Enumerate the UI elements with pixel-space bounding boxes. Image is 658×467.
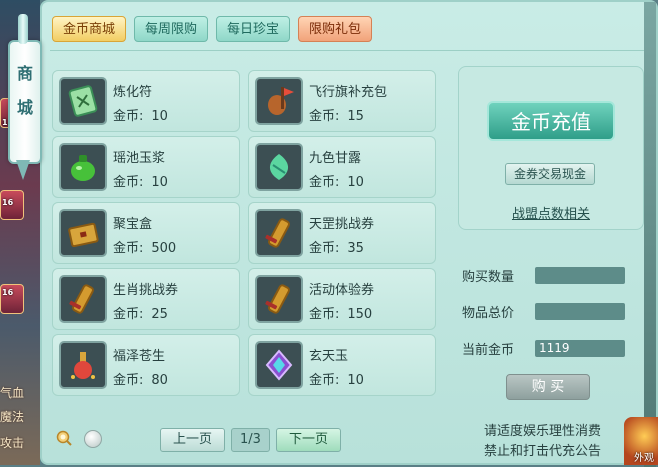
item-price: 金币: 10 [113, 171, 168, 190]
item-name: 活动体验券 [309, 283, 375, 298]
shop-item-card[interactable]: 玄天玉金币: 10 [248, 334, 436, 396]
item-name: 炼化符 [113, 85, 153, 100]
voucher-exchange-button[interactable]: 金券交易现金 [505, 163, 595, 185]
tab-weekly-limited[interactable]: 每周限购 [134, 16, 209, 42]
next-page-button[interactable]: 下一页 [275, 428, 341, 452]
total-price-field [535, 303, 625, 320]
recharge-box: 金币充值 金券交易现金 战盟点数相关 [458, 66, 644, 230]
panel-edge [644, 2, 656, 467]
attack-label: 攻击 [0, 436, 25, 450]
shop-item-card[interactable]: 飞行旗补充包 金币: 15 [248, 70, 436, 132]
appearance-label: 外观 [634, 453, 654, 464]
hp-label: 气血 [0, 386, 25, 400]
item-price: 金币: 150 [309, 303, 372, 322]
item-price: 金币: 10 [309, 369, 364, 388]
flag-bag-icon [255, 77, 303, 125]
price-value: 150 [347, 307, 373, 322]
title-char: 城 [16, 98, 33, 117]
gold-recharge-button[interactable]: 金币充值 [487, 101, 615, 141]
alliance-points-link[interactable]: 战盟点数相关 [459, 203, 643, 222]
current-gold-field: 1119 [535, 340, 625, 357]
item-name: 福泽苍生 [113, 349, 166, 364]
total-price-label: 物品总价 [462, 306, 515, 321]
price-value: 500 [151, 241, 177, 256]
price-value: 10 [151, 175, 168, 190]
quantity-label: 购买数量 [462, 270, 515, 285]
white-orb-icon[interactable] [84, 430, 102, 448]
jade-pot-icon [59, 143, 107, 191]
talisman-icon [59, 77, 107, 125]
scroll-icon [255, 209, 303, 257]
shop-item-card[interactable]: 活动体验券金币: 150 [248, 268, 436, 330]
shop-item-card[interactable]: 九色甘露金币: 10 [248, 136, 436, 198]
moderation-notice: 请适度娱乐理性消费 [484, 424, 602, 439]
skill-level-badge: 16 [2, 288, 14, 297]
price-currency-label: 金币: [113, 373, 144, 388]
item-price: 金币: 25 [113, 303, 168, 322]
shop-item-card[interactable]: 炼化符金币: 10 [52, 70, 240, 132]
price-value: 80 [151, 373, 168, 388]
shop-item-card[interactable]: 天罡挑战券金币: 35 [248, 202, 436, 264]
shop-item-card[interactable]: 福泽苍生金币: 80 [52, 334, 240, 396]
price-value: 15 [347, 109, 364, 124]
scroll-icon [255, 275, 303, 323]
price-currency-label: 金币: [113, 175, 144, 190]
item-price: 金币: 10 [113, 105, 168, 124]
page-indicator: 1/3 [231, 428, 270, 452]
item-price: 金币: 15 [309, 105, 364, 124]
shop-title-tab: 商 城 [8, 40, 42, 164]
item-price: 金币: 35 [309, 237, 364, 256]
price-value: 10 [347, 373, 364, 388]
price-currency-label: 金币: [309, 373, 340, 388]
price-currency-label: 金币: [113, 241, 144, 256]
price-value: 25 [151, 307, 168, 322]
tab-gold-shop[interactable]: 金币商城 [52, 16, 127, 42]
tab-pin [18, 14, 28, 44]
shop-item-card[interactable]: 生肖挑战券金币: 25 [52, 268, 240, 330]
price-currency-label: 金币: [113, 307, 144, 322]
price-currency-label: 金币: [309, 241, 340, 256]
mp-label: 魔法 [0, 410, 25, 424]
treasure-box-icon [59, 209, 107, 257]
item-name: 瑶池玉浆 [113, 151, 166, 166]
prev-page-button[interactable]: 上一页 [160, 428, 226, 452]
shop-panel: 金币商城 每周限购 每日珍宝 限购礼包 炼化符 金币: 10 飞行旗补充包 金币: 15 瑶… [40, 0, 658, 467]
purple-gem-icon [255, 341, 303, 389]
dew-gem-icon [255, 143, 303, 191]
skill-level-badge: 16 [2, 198, 14, 207]
item-name: 聚宝盒 [113, 217, 153, 232]
scroll-icon [59, 275, 107, 323]
tab-limited-packs[interactable]: 限购礼包 [298, 16, 373, 42]
magnifier-icon[interactable] [56, 430, 72, 446]
item-price: 金币: 10 [309, 171, 364, 190]
potion-icon [59, 341, 107, 389]
price-currency-label: 金币: [309, 175, 340, 190]
item-name: 飞行旗补充包 [309, 85, 388, 100]
tab-divider [50, 50, 646, 51]
shop-item-card[interactable]: 聚宝盒金币: 500 [52, 202, 240, 264]
price-currency-label: 金币: [113, 109, 144, 124]
price-currency-label: 金币: [309, 307, 340, 322]
quantity-input[interactable] [535, 267, 625, 284]
price-value: 10 [347, 175, 364, 190]
current-gold-label: 当前金币 [462, 343, 515, 358]
item-price: 金币: 80 [113, 369, 168, 388]
item-price: 金币: 500 [113, 237, 176, 256]
shop-tabs: 金币商城 每周限购 每日珍宝 限购礼包 [52, 16, 373, 42]
anti-proxy-notice-link[interactable]: 禁止和打击代充公告 [484, 442, 601, 462]
pagination: 上一页 1/3 下一页 [160, 428, 341, 452]
title-char: 商 [16, 64, 33, 83]
price-value: 10 [151, 109, 168, 124]
buy-button[interactable]: 购 买 [506, 374, 590, 400]
tab-daily-treasure[interactable]: 每日珍宝 [216, 16, 291, 42]
price-currency-label: 金币: [309, 109, 340, 124]
item-name: 九色甘露 [309, 151, 362, 166]
price-value: 35 [347, 241, 364, 256]
item-name: 生肖挑战券 [113, 283, 179, 298]
item-name: 天罡挑战券 [309, 217, 375, 232]
skill-level-badge: 1 [2, 118, 8, 127]
item-name: 玄天玉 [309, 349, 349, 364]
notice: 请适度娱乐理性消费 禁止和打击代充公告 [484, 422, 601, 462]
shop-item-card[interactable]: 瑶池玉浆金币: 10 [52, 136, 240, 198]
